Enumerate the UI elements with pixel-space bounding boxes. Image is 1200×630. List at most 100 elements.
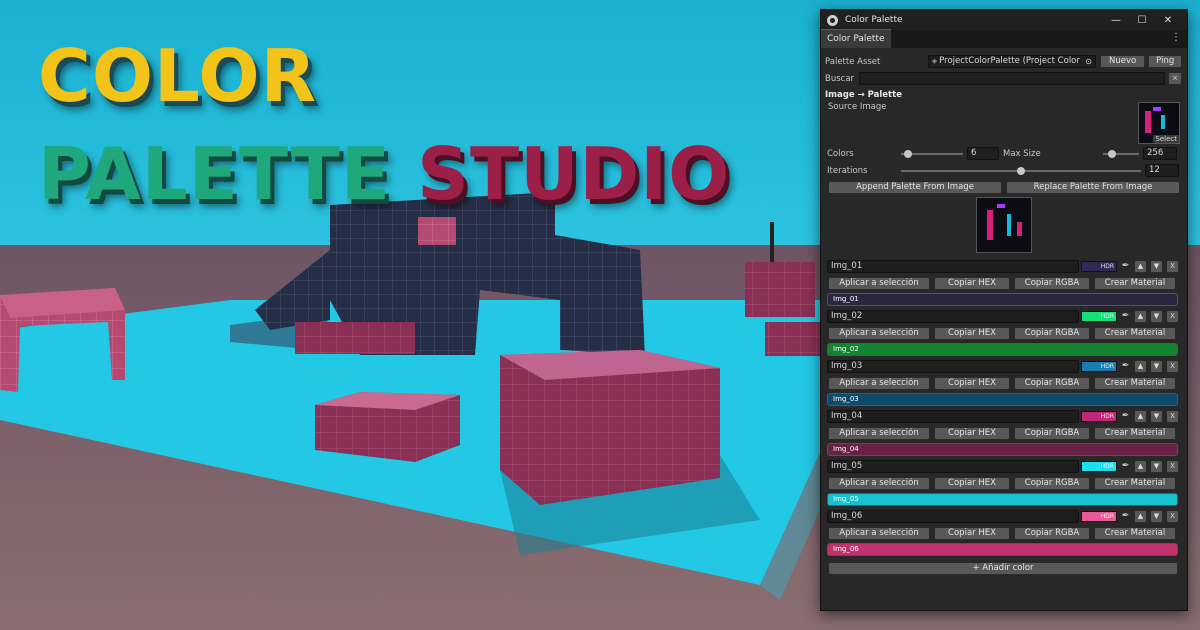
append-palette-button[interactable]: Append Palette From Image xyxy=(828,181,1002,194)
move-up-button[interactable]: ▲ xyxy=(1134,460,1147,473)
eyedropper-icon[interactable]: ✒ xyxy=(1120,361,1131,372)
colors-slider[interactable] xyxy=(901,149,963,158)
hdr-tag: HDR xyxy=(1100,413,1114,420)
palette-asset-value: ProjectColorPalette (Project Color Pale xyxy=(939,56,1083,66)
remove-color-button[interactable]: X xyxy=(1166,510,1179,523)
copy-hex-button[interactable]: Copiar HEX xyxy=(934,427,1010,440)
move-up-button[interactable]: ▲ xyxy=(1134,510,1147,523)
image-actions-row: Append Palette From Image Replace Palett… xyxy=(825,180,1182,195)
close-icon[interactable]: ✕ xyxy=(1155,15,1181,26)
copy-hex-button[interactable]: Copiar HEX xyxy=(934,527,1010,540)
palette-asset-field[interactable]: ◈ ProjectColorPalette (Project Color Pal… xyxy=(927,55,1096,68)
apply-to-selection-button[interactable]: Aplicar a selección xyxy=(828,427,930,440)
ping-button[interactable]: Ping xyxy=(1148,55,1182,68)
copy-rgba-button[interactable]: Copiar RGBA xyxy=(1014,327,1090,340)
create-material-button[interactable]: Crear Material xyxy=(1094,477,1176,490)
iterations-value-field[interactable]: 12 xyxy=(1145,164,1179,177)
window-titlebar[interactable]: Color Palette — ☐ ✕ xyxy=(821,10,1187,30)
color-name-field[interactable]: Img_05 xyxy=(827,460,1079,473)
max-size-value-field[interactable]: 256 xyxy=(1143,147,1177,160)
max-size-slider[interactable] xyxy=(1103,149,1139,158)
copy-hex-button[interactable]: Copiar HEX xyxy=(934,477,1010,490)
create-material-button[interactable]: Crear Material xyxy=(1094,527,1176,540)
move-down-button[interactable]: ▼ xyxy=(1150,460,1163,473)
move-down-button[interactable]: ▼ xyxy=(1150,410,1163,423)
copy-rgba-button[interactable]: Copiar RGBA xyxy=(1014,377,1090,390)
move-down-button[interactable]: ▼ xyxy=(1150,260,1163,273)
tab-bar: Color Palette ⋮ xyxy=(821,29,1187,48)
color-swatch[interactable]: HDR xyxy=(1081,261,1117,272)
color-swatch[interactable]: HDR xyxy=(1081,461,1117,472)
kebab-menu-icon[interactable]: ⋮ xyxy=(1171,32,1181,43)
color-preview-bar: Img_01 xyxy=(827,293,1178,306)
copy-rgba-button[interactable]: Copiar RGBA xyxy=(1014,427,1090,440)
move-up-button[interactable]: ▲ xyxy=(1134,360,1147,373)
move-down-button[interactable]: ▼ xyxy=(1150,510,1163,523)
color-swatch[interactable]: HDR xyxy=(1081,511,1117,522)
replace-palette-button[interactable]: Replace Palette From Image xyxy=(1006,181,1180,194)
color-name-field[interactable]: Img_03 xyxy=(827,360,1079,373)
color-preview-label: Img_04 xyxy=(833,445,859,453)
color-swatch[interactable]: HDR xyxy=(1081,411,1117,422)
hdr-tag: HDR xyxy=(1100,363,1114,370)
copy-rgba-button[interactable]: Copiar RGBA xyxy=(1014,527,1090,540)
iterations-slider[interactable] xyxy=(901,166,1141,175)
copy-hex-button[interactable]: Copiar HEX xyxy=(934,377,1010,390)
source-image-picker[interactable]: Select xyxy=(1138,102,1180,144)
create-material-button[interactable]: Crear Material xyxy=(1094,427,1176,440)
move-up-button[interactable]: ▲ xyxy=(1134,310,1147,323)
remove-color-button[interactable]: X xyxy=(1166,460,1179,473)
apply-to-selection-button[interactable]: Aplicar a selección xyxy=(828,477,930,490)
color-name-field[interactable]: Img_06 xyxy=(827,510,1079,523)
nuevo-button[interactable]: Nuevo xyxy=(1099,55,1146,68)
max-size-slider-knob[interactable] xyxy=(1108,149,1116,158)
clear-search-button[interactable]: × xyxy=(1168,72,1182,85)
create-material-button[interactable]: Crear Material xyxy=(1094,277,1176,290)
object-picker-icon[interactable]: ⊙ xyxy=(1085,56,1092,67)
apply-to-selection-button[interactable]: Aplicar a selección xyxy=(828,527,930,540)
color-swatch[interactable]: HDR xyxy=(1081,361,1117,372)
apply-to-selection-button[interactable]: Aplicar a selección xyxy=(828,327,930,340)
preview-neon-purple xyxy=(996,204,1005,208)
copy-hex-button[interactable]: Copiar HEX xyxy=(934,277,1010,290)
copy-rgba-button[interactable]: Copiar RGBA xyxy=(1014,477,1090,490)
copy-hex-button[interactable]: Copiar HEX xyxy=(934,327,1010,340)
search-input[interactable] xyxy=(858,72,1166,85)
hdr-tag: HDR xyxy=(1100,463,1114,470)
eyedropper-icon[interactable]: ✒ xyxy=(1120,261,1131,272)
maximize-icon[interactable]: ☐ xyxy=(1129,15,1155,26)
minimize-icon[interactable]: — xyxy=(1103,15,1129,26)
move-down-button[interactable]: ▼ xyxy=(1150,310,1163,323)
move-down-button[interactable]: ▼ xyxy=(1150,360,1163,373)
apply-to-selection-button[interactable]: Aplicar a selección xyxy=(828,377,930,390)
colors-value-field[interactable]: 6 xyxy=(967,147,999,160)
iterations-slider-knob[interactable] xyxy=(1017,166,1025,175)
select-image-badge[interactable]: Select xyxy=(1153,135,1179,143)
colors-label: Colors xyxy=(827,148,854,159)
tab-color-palette[interactable]: Color Palette xyxy=(821,29,891,48)
unity-app-icon xyxy=(827,14,838,26)
eyedropper-icon[interactable]: ✒ xyxy=(1120,511,1131,522)
remove-color-button[interactable]: X xyxy=(1166,410,1179,423)
eyedropper-icon[interactable]: ✒ xyxy=(1120,461,1131,472)
remove-color-button[interactable]: X xyxy=(1166,360,1179,373)
color-name-field[interactable]: Img_01 xyxy=(827,260,1079,273)
preview-neon-cyan xyxy=(1006,214,1011,236)
color-preview-label: Img_06 xyxy=(833,545,859,553)
create-material-button[interactable]: Crear Material xyxy=(1094,377,1176,390)
create-material-button[interactable]: Crear Material xyxy=(1094,327,1176,340)
color-item: Img_03 HDR ✒ ▲ ▼ X Aplicar a selección C… xyxy=(825,359,1182,406)
color-name-field[interactable]: Img_02 xyxy=(827,310,1079,323)
move-up-button[interactable]: ▲ xyxy=(1134,260,1147,273)
eyedropper-icon[interactable]: ✒ xyxy=(1120,411,1131,422)
move-up-button[interactable]: ▲ xyxy=(1134,410,1147,423)
remove-color-button[interactable]: X xyxy=(1166,310,1179,323)
eyedropper-icon[interactable]: ✒ xyxy=(1120,311,1131,322)
colors-slider-knob[interactable] xyxy=(904,149,913,158)
color-name-field[interactable]: Img_04 xyxy=(827,410,1079,423)
apply-to-selection-button[interactable]: Aplicar a selección xyxy=(828,277,930,290)
remove-color-button[interactable]: X xyxy=(1166,260,1179,273)
color-swatch[interactable]: HDR xyxy=(1081,311,1117,322)
copy-rgba-button[interactable]: Copiar RGBA xyxy=(1014,277,1090,290)
add-color-button[interactable]: + Añadir color xyxy=(828,562,1178,575)
